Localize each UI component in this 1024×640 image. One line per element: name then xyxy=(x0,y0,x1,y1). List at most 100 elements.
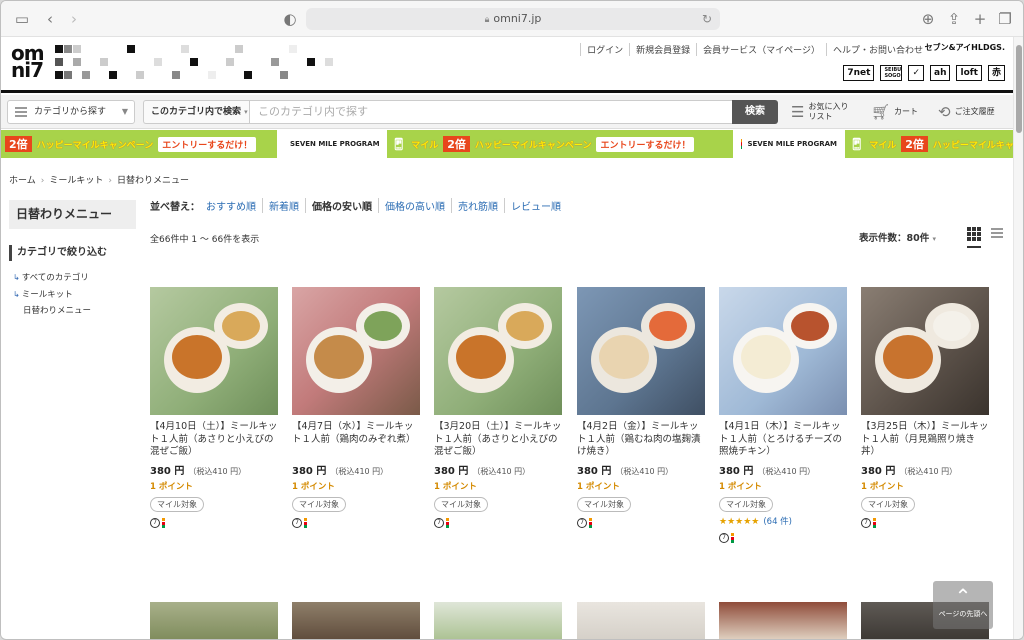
view-toggle xyxy=(967,227,1003,248)
back-icon[interactable]: ‹ xyxy=(41,10,59,28)
search-button[interactable]: 検索 xyxy=(732,100,778,124)
product-name[interactable]: 【4月1日（木）】ミールキット１人前（とろけるチーズの照焼チキン） xyxy=(719,421,847,459)
chevron-down-icon: ▼ xyxy=(121,107,128,116)
login-link[interactable]: ログイン xyxy=(580,43,629,56)
address-bar[interactable]: 🔒︎ omni7.jp ↻ xyxy=(306,8,720,30)
member-service-link[interactable]: 会員サービス（マイページ） xyxy=(696,43,826,56)
price-tax: （税込410 円） xyxy=(615,467,674,476)
scrollbar-thumb[interactable] xyxy=(1016,45,1022,133)
rating-count[interactable]: (64 件) xyxy=(763,517,792,527)
scrollbar[interactable] xyxy=(1013,37,1023,639)
product-price: 380 円（税込410 円） xyxy=(577,462,705,477)
reload-icon[interactable]: ↻ xyxy=(702,8,712,30)
sidebar-item-daily-menu[interactable]: 日替わりメニュー xyxy=(13,303,91,320)
product-photo[interactable] xyxy=(150,287,278,415)
breadcrumb-home[interactable]: ホーム xyxy=(9,176,36,186)
per-page-select[interactable]: 表示件数：80件 ▾ xyxy=(859,230,936,244)
sidebar-filter-heading: カテゴリで絞り込む xyxy=(9,245,136,261)
banner-mile-campaign: 2倍 ハッピーマイルキャンペーン エントリーするだけ！ xyxy=(1,130,277,158)
product-card[interactable]: 【3月20日（土）】ミールキット１人前（あさりと小えびの混ぜご飯） 380 円（… xyxy=(434,287,562,529)
url-text: omni7.jp xyxy=(493,12,542,25)
product-name[interactable]: 【3月20日（土）】ミールキット１人前（あさりと小えびの混ぜご飯） xyxy=(434,421,562,459)
product-photo[interactable] xyxy=(577,602,705,639)
product-photo[interactable] xyxy=(719,287,847,415)
cart-button[interactable]: 🛒︎ カート xyxy=(871,99,918,125)
product-photo[interactable] xyxy=(434,602,562,639)
page-top-button[interactable]: ⌃ ページの先頭へ xyxy=(933,581,993,629)
product-photo[interactable] xyxy=(577,287,705,415)
omni7-logo[interactable]: om ni7 xyxy=(11,43,47,80)
favorites-button[interactable]: ☰ お気に入り リスト xyxy=(791,99,850,125)
product-card[interactable]: 【4月1日（木）】ミールキット１人前（とろけるチーズの照焼チキン） 380 円（… xyxy=(719,287,847,544)
lock-icon: 🔒︎ xyxy=(484,15,490,25)
search-scope-select[interactable]: このカテゴリ内で検索 ▾ xyxy=(143,100,249,124)
favorites-label: お気に入り リスト xyxy=(808,102,849,121)
search-row: カテゴリから探す ▼ このカテゴリ内で検索 ▾ このカテゴリ内で探す 検索 ☰ … xyxy=(1,95,1015,129)
sort-price-high[interactable]: 価格の高い順 xyxy=(378,198,451,213)
chevron-down-icon: ▾ xyxy=(932,235,937,243)
product-rating[interactable]: ★★★★★ (64 件) xyxy=(719,515,847,527)
dish-food xyxy=(222,311,260,341)
dish-food xyxy=(314,335,364,379)
product-points: 1 ポイント xyxy=(577,482,620,492)
sort-bestseller[interactable]: 売れ筋順 xyxy=(451,198,504,213)
breadcrumb-mealkit[interactable]: ミールキット xyxy=(49,176,103,186)
seven-circle-icon: 7 xyxy=(577,518,587,529)
privacy-shield-icon[interactable]: ◐ xyxy=(281,10,299,28)
sidebar-toggle-icon[interactable]: ▭ xyxy=(13,10,31,28)
sort-review[interactable]: レビュー順 xyxy=(504,198,567,213)
help-link[interactable]: ヘルプ・お問い合わせ xyxy=(825,43,929,56)
product-photo[interactable] xyxy=(434,287,562,415)
product-photo[interactable] xyxy=(150,602,278,639)
brand-ito-yokado[interactable]: 赤 xyxy=(987,65,1005,81)
product-card[interactable]: 【3月25日（木）】ミールキット１人前（月見鶏照り焼き丼） 380 円（税込41… xyxy=(861,287,989,529)
seven-i-holdings-logo[interactable]: セブン&アイHLDGS. xyxy=(925,42,1005,53)
order-history-button[interactable]: ⟲ ご注文履歴 xyxy=(938,99,995,125)
search-input[interactable]: このカテゴリ内で探す xyxy=(249,100,733,124)
sidebar-item-all[interactable]: ↳ すべてのカテゴリ xyxy=(13,269,91,286)
share-icon[interactable]: ⇪ xyxy=(945,10,963,28)
product-name[interactable]: 【4月2日（金）】ミールキット１人前（鶏むね肉の塩麹漬け焼き） xyxy=(577,421,705,459)
tabs-overview-icon[interactable]: ❐ xyxy=(996,10,1014,28)
product-points: 1 ポイント xyxy=(719,482,762,492)
price-tax: （税込410 円） xyxy=(330,467,389,476)
product-photo[interactable] xyxy=(861,287,989,415)
brand-7net[interactable]: 7net xyxy=(843,65,875,81)
breadcrumb: ホーム › ミールキット › 日替わりメニュー xyxy=(9,173,189,186)
category-browse-label: カテゴリから探す xyxy=(34,107,107,117)
list-view-icon[interactable] xyxy=(991,228,1003,240)
brand-loft[interactable]: loft xyxy=(956,65,982,81)
sort-price-low[interactable]: 価格の安い順 xyxy=(305,198,378,213)
sort-recommended[interactable]: おすすめ順 xyxy=(206,198,262,213)
product-photo[interactable] xyxy=(292,602,420,639)
brand-seibu-sogo[interactable]: SEIBU SOGO xyxy=(880,65,903,81)
sidebar-item-label: ミールキット xyxy=(21,290,73,300)
forward-icon[interactable]: › xyxy=(65,10,83,28)
category-browse-button[interactable]: カテゴリから探す ▼ xyxy=(7,100,135,124)
product-photo[interactable] xyxy=(719,602,847,639)
product-card[interactable]: 【4月2日（金）】ミールキット１人前（鶏むね肉の塩麹漬け焼き） 380 円（税込… xyxy=(577,287,705,529)
product-name[interactable]: 【4月10日（土）】ミールキット１人前（あさりと小えびの混ぜご飯） xyxy=(150,421,278,459)
download-icon[interactable]: ⊕ xyxy=(919,10,937,28)
product-photo[interactable] xyxy=(292,287,420,415)
product-price: 380 円（税込410 円） xyxy=(861,462,989,477)
sidebar-item-mealkit[interactable]: ↳ ミールキット xyxy=(13,286,91,303)
dish-food xyxy=(364,311,402,341)
cart-icon: 🛒︎ xyxy=(871,103,891,121)
new-tab-icon[interactable]: + xyxy=(971,10,989,28)
brand-akachan[interactable]: ah xyxy=(930,65,951,81)
product-card[interactable]: 【4月7日（水）】ミールキット１人前（鶏肉のみぞれ煮） 380 円（税込410 … xyxy=(292,287,420,529)
grid-view-icon[interactable] xyxy=(967,227,981,248)
banner-mile-campaign: 📱︎ マイル 2倍 ハッピーマイルキャンペーン xyxy=(845,130,1015,158)
product-name[interactable]: 【3月25日（木）】ミールキット１人前（月見鶏照り焼き丼） xyxy=(861,421,989,459)
sort-newest[interactable]: 新着順 xyxy=(262,198,305,213)
mile-badge: マイル対象 xyxy=(292,497,346,512)
product-price: 380 円（税込410 円） xyxy=(150,462,278,477)
dish-food xyxy=(506,311,544,341)
product-card[interactable]: 【4月10日（土）】ミールキット１人前（あさりと小えびの混ぜご飯） 380 円（… xyxy=(150,287,278,529)
campaign-banner[interactable]: 2倍 ハッピーマイルキャンペーン エントリーするだけ！ SEVEN MILE P… xyxy=(1,130,1015,158)
brand-check[interactable]: ✓ xyxy=(908,65,924,81)
register-link[interactable]: 新規会員登録 xyxy=(629,43,696,56)
price-value: 380 円 xyxy=(861,466,896,477)
product-name[interactable]: 【4月7日（水）】ミールキット１人前（鶏肉のみぞれ煮） xyxy=(292,421,420,459)
